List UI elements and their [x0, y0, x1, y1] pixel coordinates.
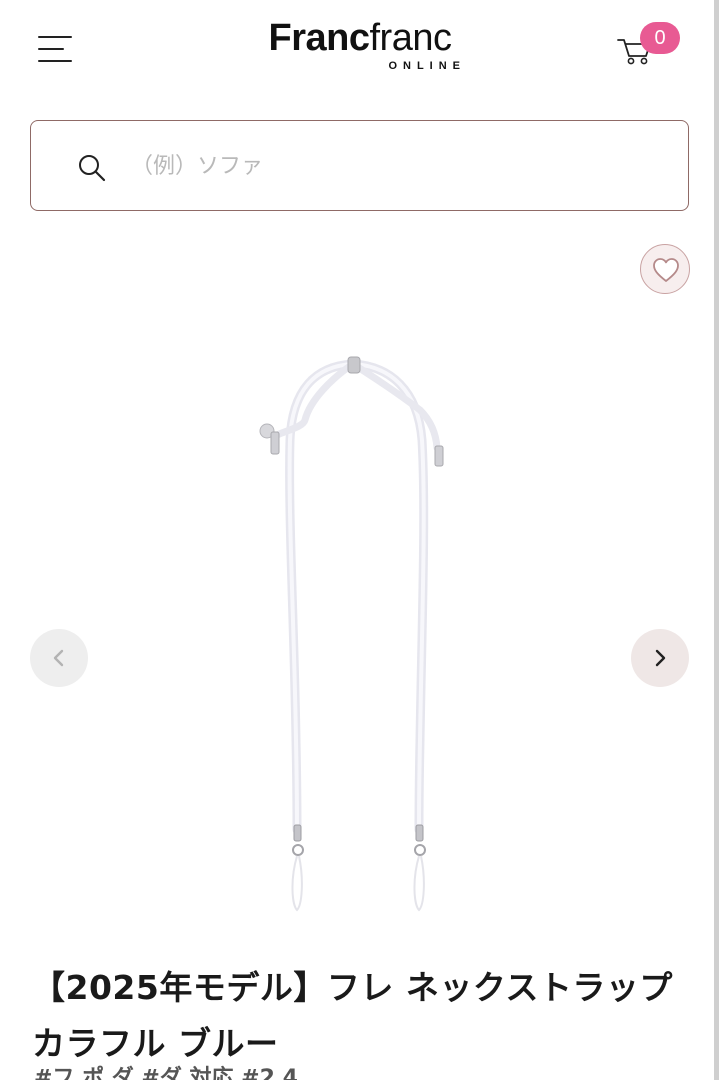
product-image: [259, 356, 444, 912]
page-edge-divider: [714, 0, 719, 1080]
carousel-prev-button[interactable]: [30, 629, 88, 687]
hamburger-icon-line: [38, 60, 72, 62]
chevron-left-icon: [53, 649, 64, 667]
logo-subtitle: ONLINE: [388, 60, 466, 72]
menu-button[interactable]: [38, 34, 76, 66]
hamburger-icon: [38, 36, 72, 38]
search-input[interactable]: [131, 139, 651, 193]
logo-wordmark: Francfranc: [252, 18, 468, 58]
heart-icon: [653, 258, 679, 282]
site-header: Francfranc ONLINE 0: [0, 0, 719, 100]
cart-count-badge: 0: [640, 22, 680, 54]
product-title: 【2025年モデル】フレ ネックストラップ カラフル ブルー: [32, 968, 673, 1063]
site-logo[interactable]: Francfranc ONLINE: [252, 18, 468, 76]
hamburger-icon-line: [38, 48, 64, 50]
logo-light-text: franc: [369, 17, 452, 59]
favorite-button[interactable]: [640, 244, 690, 294]
logo-bold-text: Franc: [268, 17, 370, 59]
search-icon[interactable]: [77, 153, 107, 183]
cart-button[interactable]: 0: [612, 22, 680, 74]
search-bar: [30, 120, 689, 211]
product-hashtags: #フ ポ ダ #ダ 対応 #2 4: [34, 1066, 298, 1080]
carousel-next-button[interactable]: [631, 629, 689, 687]
chevron-right-icon: [655, 649, 666, 667]
